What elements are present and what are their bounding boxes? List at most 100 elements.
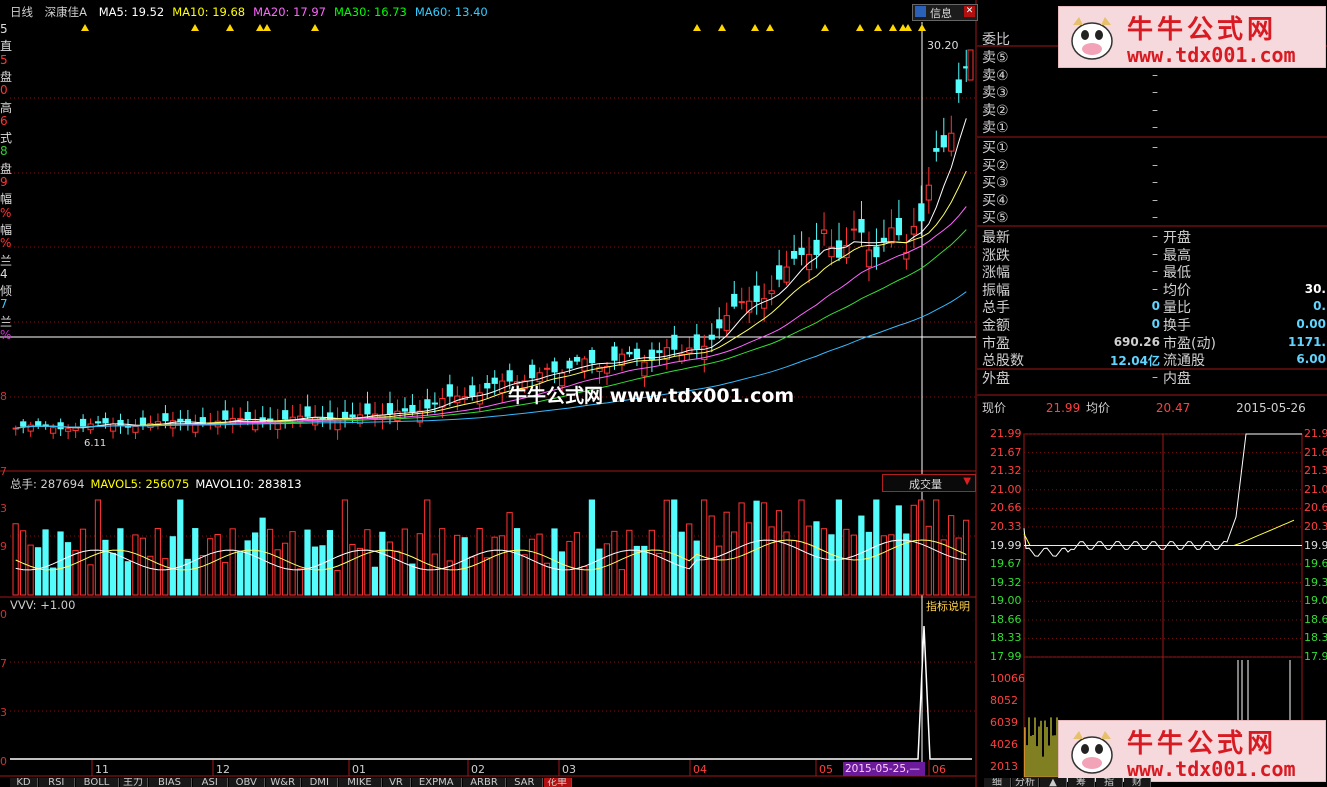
candle-body: [716, 319, 723, 329]
indicator-header: VVV: +1.00: [10, 598, 76, 612]
volume-bar: [57, 531, 64, 596]
intraday-price-tick: 21.67: [990, 445, 1022, 459]
volume-bar: [199, 555, 206, 596]
tab-w&r[interactable]: W&R: [265, 778, 301, 787]
volume-bar: [491, 536, 498, 596]
tab-花单[interactable]: 花单: [543, 778, 572, 787]
right-tab[interactable]: 指: [1096, 778, 1123, 787]
right-tab[interactable]: 筹: [1068, 778, 1095, 787]
tab-mike[interactable]: MIKE: [338, 778, 382, 787]
left-axis-char: 9: [0, 175, 8, 189]
intraday-price-tick: 21.99: [990, 427, 1022, 440]
volume-bar: [528, 538, 536, 596]
period-label[interactable]: 日线: [10, 5, 33, 19]
tab-主力[interactable]: 主力: [119, 778, 148, 787]
tab-vr[interactable]: VR: [382, 778, 411, 787]
signal-triangle: [856, 24, 864, 31]
ad-banner-bottom[interactable]: 牛牛公式网 www.tdx001.com: [1058, 720, 1326, 782]
x-axis-month: 04: [693, 763, 707, 776]
volume-bar: [641, 545, 648, 596]
quote-label: 内盘: [1163, 370, 1191, 387]
tab-arbr[interactable]: ARBR: [463, 778, 506, 787]
signal-triangle: [311, 24, 319, 31]
tab-dmi[interactable]: DMI: [302, 778, 338, 787]
candle-body: [693, 334, 700, 349]
indicator-help-link[interactable]: 指标说明: [926, 598, 970, 614]
right-tab[interactable]: 财: [1124, 778, 1151, 787]
volume-bar: [431, 553, 438, 596]
candle-body: [573, 356, 581, 362]
intraday-pct-tick: 20.66: [1304, 501, 1327, 515]
volume-bar: [918, 499, 925, 596]
tab-bias[interactable]: BIAS: [148, 778, 192, 787]
tab-expma[interactable]: EXPMA: [411, 778, 462, 787]
left-axis-char: %: [0, 328, 12, 342]
intraday-vol-tick: 4026: [990, 738, 1018, 751]
volume-bar: [656, 552, 663, 596]
volume-bar: [880, 535, 887, 596]
volume-bar: [154, 528, 161, 596]
x-axis-month: 12: [216, 763, 230, 776]
volume-bars: [12, 499, 970, 596]
volume-bar: [768, 526, 775, 596]
volume-header: 总手: 287694 MAVOL5: 256075 MAVOL10: 283813: [10, 476, 308, 492]
left-axis-char: 8: [0, 144, 8, 159]
intraday-pct-tick: 19.99: [1304, 538, 1327, 552]
right-tab[interactable]: 细: [984, 778, 1011, 787]
candle-body: [626, 351, 633, 355]
now-price-value: 21.99: [1045, 401, 1081, 415]
volume-bar: [933, 499, 940, 596]
volume-bar: [745, 522, 753, 596]
candle-body: [783, 266, 790, 283]
info-button[interactable]: 信息 ✕: [912, 4, 978, 21]
intraday-header: 现价 21.99 均价 20.47 2015-05-26: [982, 399, 1306, 416]
intraday-pct-tick: 17.99: [1304, 650, 1327, 663]
volume-bar: [558, 551, 566, 596]
candle-body: [611, 346, 618, 361]
volume-bar: [865, 531, 872, 596]
volume-stat: MAVOL5: 256075: [90, 477, 190, 491]
tab-sar[interactable]: SAR: [507, 778, 543, 787]
tab-asi[interactable]: ASI: [192, 778, 228, 787]
candle-body: [641, 361, 648, 377]
volume-bar: [813, 521, 820, 596]
signal-triangle: [751, 24, 759, 31]
tab-obv[interactable]: OBV: [229, 778, 265, 787]
volume-bar: [79, 528, 87, 596]
x-axis-month: 06: [932, 763, 946, 776]
ad-banner-top[interactable]: 牛牛公式网 www.tdx001.com: [1058, 6, 1326, 68]
candle-body: [820, 229, 828, 234]
candle-body: [79, 418, 87, 427]
candle-body: [761, 298, 768, 309]
indicator-line: [10, 625, 972, 760]
volume-selector[interactable]: 成交量 ▼: [882, 474, 976, 492]
high-price-label: 30.20: [927, 39, 959, 52]
candle-body: [671, 334, 678, 350]
candle-body: [798, 247, 805, 255]
candlestick-chart: [12, 24, 974, 440]
x-axis-month: 02: [471, 763, 485, 776]
candle-body: [237, 418, 244, 421]
bid-level-value: –: [1152, 175, 1158, 190]
tab-boll[interactable]: BOLL: [75, 778, 119, 787]
close-icon[interactable]: ✕: [964, 6, 975, 17]
volume-bar: [214, 534, 221, 596]
bid-level-label: 买⑤: [982, 210, 1009, 227]
bid-level-value: –: [1152, 157, 1158, 172]
tab-rsi[interactable]: RSI: [39, 778, 75, 787]
volume-bar: [334, 569, 341, 596]
candle-body: [731, 293, 738, 307]
candle-body: [910, 225, 917, 235]
ma-value: MA60: 13.40: [414, 5, 488, 19]
volume-bar: [513, 528, 521, 596]
volume-bar: [738, 502, 745, 596]
right-tab[interactable]: 分析: [1012, 778, 1039, 787]
volume-bar: [716, 545, 723, 596]
right-tab[interactable]: ▲: [1040, 778, 1067, 787]
intraday-pct-tick: 19.67: [1304, 557, 1327, 571]
candle-body: [304, 406, 311, 417]
volume-bar: [87, 564, 94, 596]
signal-triangle: [874, 24, 882, 31]
volume-bar: [925, 525, 932, 596]
tab-kd[interactable]: KD: [10, 778, 38, 787]
